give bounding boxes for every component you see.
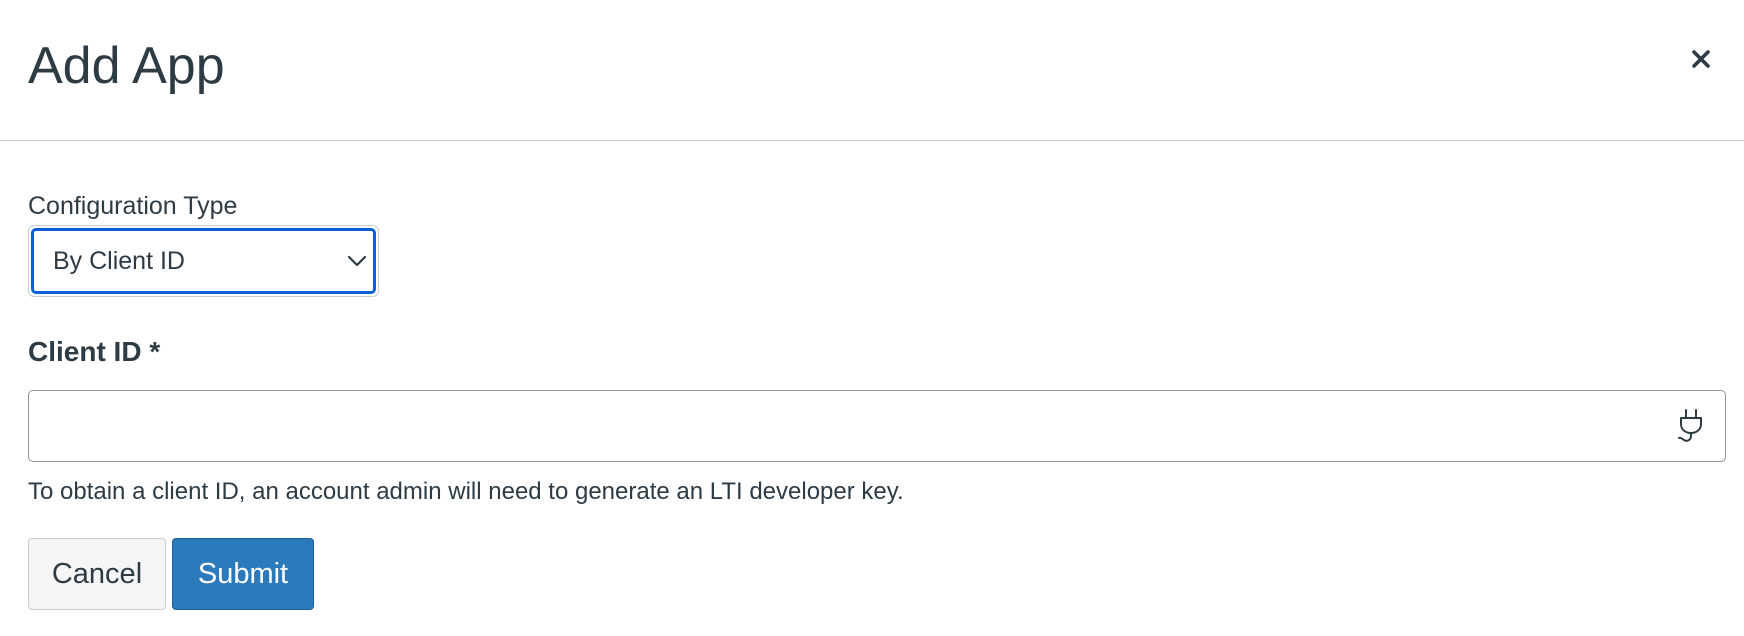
dialog-body: Configuration Type By Client ID Client I… bbox=[0, 142, 1744, 636]
close-icon bbox=[1692, 50, 1710, 68]
configuration-type-select[interactable]: By Client ID bbox=[28, 225, 379, 297]
configuration-type-value: By Client ID bbox=[53, 246, 185, 275]
client-id-input[interactable] bbox=[29, 391, 1649, 461]
cancel-button[interactable]: Cancel bbox=[28, 538, 166, 610]
dialog-header: Add App bbox=[0, 0, 1744, 141]
client-id-label: Client ID * bbox=[28, 336, 161, 367]
client-id-field[interactable] bbox=[28, 390, 1726, 462]
close-button[interactable] bbox=[1684, 42, 1718, 76]
add-app-dialog: Add App Configuration Type By Client ID … bbox=[0, 0, 1744, 636]
submit-button[interactable]: Submit bbox=[172, 538, 314, 610]
configuration-type-label: Configuration Type bbox=[28, 192, 238, 220]
plug-icon bbox=[1678, 409, 1702, 442]
chevron-down-icon bbox=[347, 251, 367, 271]
client-id-help-text: To obtain a client ID, an account admin … bbox=[28, 478, 904, 505]
dialog-title: Add App bbox=[28, 37, 225, 95]
configuration-type-select-field[interactable]: By Client ID bbox=[31, 228, 376, 294]
